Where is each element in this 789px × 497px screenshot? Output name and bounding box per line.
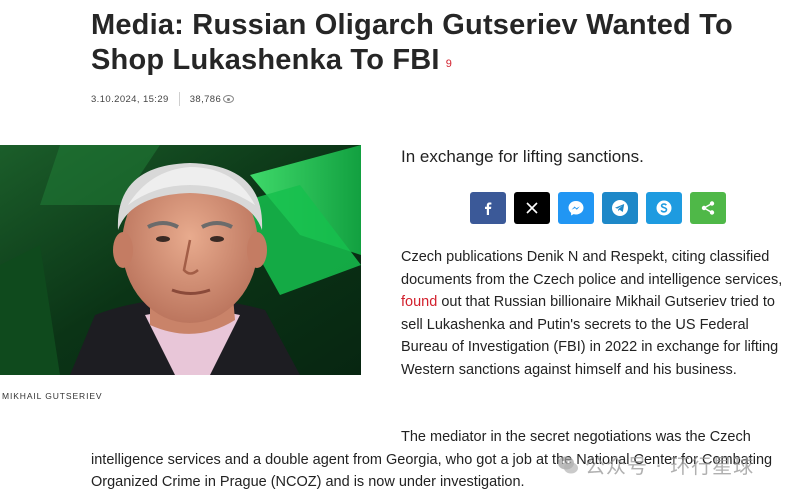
portrait-image bbox=[0, 145, 361, 375]
article-page: Media: Russian Oligarch Gutseriev Wanted… bbox=[0, 0, 789, 497]
share-x-button[interactable] bbox=[514, 192, 550, 224]
meta-divider bbox=[178, 92, 180, 106]
article-meta: 3.10.2024, 15:29 38,786 bbox=[91, 92, 235, 106]
article-title: Media: Russian Oligarch Gutseriev Wanted… bbox=[91, 8, 771, 84]
source-link[interactable]: found bbox=[401, 294, 437, 310]
publish-date: 3.10.2024, 15:29 bbox=[91, 93, 169, 105]
share-messenger-button[interactable] bbox=[558, 192, 594, 224]
eye-icon bbox=[223, 95, 235, 103]
photo-caption: MIKHAIL GUTSERIEV bbox=[2, 391, 103, 401]
telegram-icon bbox=[612, 200, 628, 216]
article-photo bbox=[0, 145, 361, 375]
article-lead: In exchange for lifting sanctions. bbox=[401, 147, 644, 166]
share-bar bbox=[470, 192, 726, 224]
skype-icon bbox=[656, 200, 672, 216]
facebook-icon bbox=[485, 202, 492, 215]
share-skype-button[interactable] bbox=[646, 192, 682, 224]
watermark-text: 公众号 · 环行星球 bbox=[585, 454, 755, 478]
wechat-icon bbox=[558, 456, 578, 473]
article-paragraph-1: Czech publications Denik N and Respekt, … bbox=[401, 246, 789, 381]
messenger-icon bbox=[568, 201, 584, 216]
paragraph-1-text-end: out that Russian billionaire Mikhail Gut… bbox=[401, 294, 779, 378]
watermark: 公众号 · 环行星球 bbox=[557, 450, 754, 479]
comment-count-link[interactable]: 9 bbox=[446, 58, 452, 70]
paragraph-1-text-start: Czech publications Denik N and Respekt, … bbox=[401, 249, 783, 288]
paragraph-2-line-1: The mediator in the secret negotiations … bbox=[401, 429, 751, 445]
view-count: 38,786 bbox=[189, 93, 222, 105]
share-telegram-button[interactable] bbox=[602, 192, 638, 224]
x-icon bbox=[526, 202, 538, 214]
share-icon bbox=[701, 201, 715, 215]
article-title-text: Media: Russian Oligarch Gutseriev Wanted… bbox=[91, 9, 733, 76]
share-more-button[interactable] bbox=[690, 192, 726, 224]
share-facebook-button[interactable] bbox=[470, 192, 506, 224]
